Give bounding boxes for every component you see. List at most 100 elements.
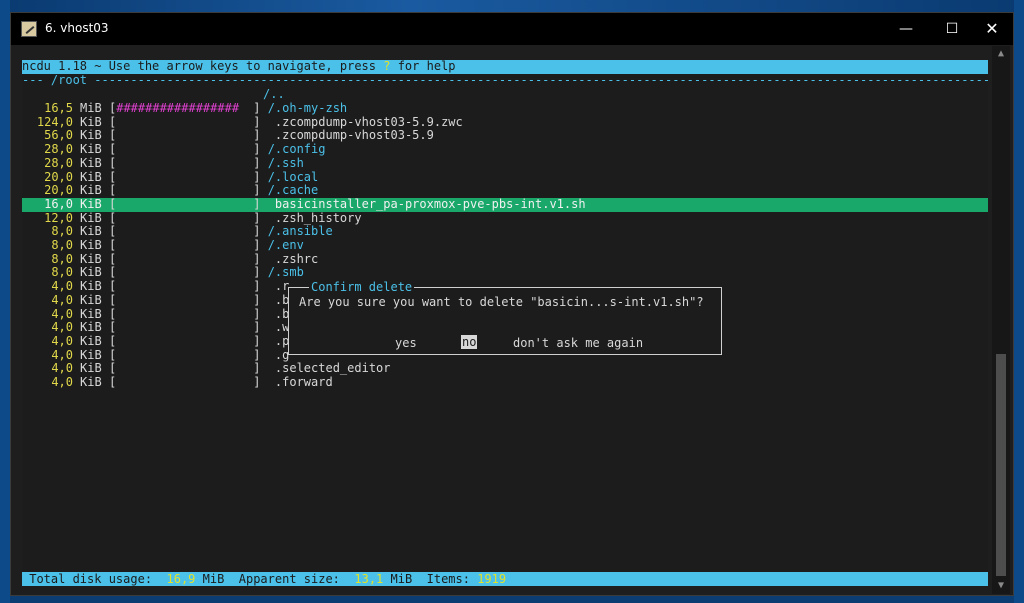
graph-bracket-open: [ <box>109 361 117 376</box>
graph-bracket-close: ] <box>253 224 268 239</box>
file-row[interactable]: 56,0 KiB [] .zcompdump-vhost03-5.9 <box>22 129 988 143</box>
graph-bracket-close: ] <box>253 306 268 321</box>
graph-bracket-close: ] <box>253 196 268 211</box>
file-row[interactable]: 28,0 KiB [] /.config <box>22 142 988 157</box>
graph-bracket-close: ] <box>253 114 268 129</box>
file-row-selected[interactable]: 16,0 KiB [] basicinstaller_pa-proxmox-pve-… <box>22 196 988 212</box>
graph-bracket-open: [ <box>109 279 117 294</box>
file-row[interactable]: 12,0 KiB [] .zsh_history <box>22 210 988 226</box>
graph-bracket-open: [ <box>109 196 117 211</box>
row-unit: KiB <box>80 265 102 280</box>
file-name: basicinstaller_pa-proxmox-pve-pbs-int.v1… <box>267 196 586 211</box>
graph-bracket-open: [ <box>109 375 117 389</box>
directory-name: /.local <box>267 169 319 184</box>
terminal-window: 6. vhost03 — ☐ ✕ ncdu 1.18 ~ Use the arr… <box>10 12 1014 596</box>
apparent-size-label: Apparent size: <box>224 572 348 586</box>
directory-name: /.oh-my-zsh <box>267 101 348 115</box>
items-label: Items: <box>412 572 478 586</box>
row-unit: KiB <box>80 361 102 376</box>
file-row[interactable]: 28,0 KiB [] /.ssh <box>22 155 988 171</box>
file-row[interactable]: 8,0 KiB [] /.smb <box>22 266 988 280</box>
row-size: 4,0 <box>51 306 73 321</box>
row-unit: KiB <box>80 279 102 294</box>
graph-bracket-open: [ <box>109 114 117 129</box>
scrollbar-thumb[interactable] <box>996 354 1006 576</box>
row-size: 4,0 <box>51 347 73 362</box>
total-usage-unit: MiB <box>195 572 225 586</box>
graph-bracket-close: ] <box>253 101 268 115</box>
directory-name: /.ansible <box>267 224 333 239</box>
close-button[interactable]: ✕ <box>969 13 1015 45</box>
row-size: 16,0 <box>44 196 73 211</box>
scrollbar[interactable]: ▲ ▼ <box>992 46 1010 594</box>
dont-ask-option[interactable]: don't ask me again <box>513 336 643 350</box>
minimize-button[interactable]: — <box>883 13 929 45</box>
graph-bracket-close: ] <box>253 155 268 170</box>
graph-bracket-open: [ <box>109 320 117 335</box>
apparent-size-value: 13,1 <box>347 572 384 586</box>
row-size: 16,5 <box>44 101 73 115</box>
graph-bracket-open: [ <box>109 333 117 348</box>
file-name: .p <box>267 333 290 348</box>
yes-option[interactable]: yes <box>395 336 417 350</box>
file-row[interactable]: 124,0 KiB [] .zcompdump-vhost03-5.9.zwc <box>22 114 988 130</box>
row-unit: KiB <box>80 333 102 348</box>
graph-bracket-close: ] <box>253 128 268 143</box>
title-bar[interactable]: 6. vhost03 — ☐ ✕ <box>11 13 1013 45</box>
graph-bracket-open: [ <box>109 101 117 115</box>
graph-bracket-open: [ <box>109 347 117 362</box>
file-row[interactable]: 4,0 KiB [] .forward <box>22 375 988 390</box>
desktop-background <box>0 0 1024 12</box>
status-bar: Total disk usage: 16,9 MiB Apparent size… <box>22 572 988 586</box>
graph-bracket-close: ] <box>253 265 268 280</box>
file-name: .r <box>267 279 290 294</box>
graph-bracket-open: [ <box>109 183 117 198</box>
file-row[interactable]: 8,0 KiB [] /.env <box>22 238 988 253</box>
row-size: 8,0 <box>51 224 73 239</box>
no-option[interactable]: no <box>461 335 478 349</box>
directory-name: /.ssh <box>267 155 304 170</box>
graph-bracket-close: ] <box>253 333 268 348</box>
row-size: 8,0 <box>51 238 73 252</box>
graph-bracket-open: [ <box>109 306 117 321</box>
file-name: .zsh_history <box>267 210 362 225</box>
items-value: 1919 <box>477 572 507 586</box>
directory-name: /.smb <box>267 265 304 280</box>
row-size: 56,0 <box>44 128 73 143</box>
total-usage-value: 16,9 <box>159 572 196 586</box>
row-unit: KiB <box>80 128 102 143</box>
file-row[interactable]: 8,0 KiB [] .zshrc <box>22 251 988 267</box>
row-unit: KiB <box>80 142 102 157</box>
graph-bracket-open: [ <box>109 169 117 184</box>
scroll-up-arrow-icon[interactable]: ▲ <box>992 46 1010 62</box>
file-name: .zshrc <box>267 251 319 266</box>
terminal-app-icon <box>21 21 37 37</box>
row-unit: KiB <box>80 169 102 184</box>
usage-graph: ################# <box>116 101 240 115</box>
file-name: .zcompdump-vhost03-5.9 <box>267 128 434 143</box>
file-row[interactable]: 20,0 KiB [] /.local <box>22 169 988 185</box>
row-unit: KiB <box>80 251 102 266</box>
row-unit: KiB <box>80 210 102 225</box>
graph-bracket-close: ] <box>253 238 268 252</box>
file-row[interactable]: 20,0 KiB [] /.cache <box>22 183 988 198</box>
row-size: 8,0 <box>51 251 73 266</box>
terminal-screen[interactable]: ncdu 1.18 ~ Use the arrow keys to naviga… <box>22 60 988 586</box>
file-row[interactable]: 4,0 KiB [] .selected_editor <box>22 361 988 376</box>
parent-dir-row[interactable]: /.. <box>22 87 988 102</box>
row-size: 20,0 <box>44 183 73 198</box>
total-usage-label: Total disk usage: <box>22 572 160 586</box>
row-size: 4,0 <box>51 375 73 389</box>
scroll-down-arrow-icon[interactable]: ▼ <box>992 578 1010 594</box>
row-unit: KiB <box>80 155 102 170</box>
dialog-title: Confirm delete <box>309 280 415 294</box>
help-bar-suffix: for help <box>390 60 456 73</box>
row-size: 12,0 <box>44 210 73 225</box>
desktop-edge-left <box>0 0 10 603</box>
file-row[interactable]: 8,0 KiB [] /.ansible <box>22 224 988 239</box>
graph-bracket-close: ] <box>253 361 268 376</box>
file-row[interactable]: 16,5 MiB [#################] /.oh-my-zsh <box>22 101 988 116</box>
row-unit: KiB <box>80 347 102 362</box>
row-size: 4,0 <box>51 320 73 335</box>
help-bar-prefix: ncdu 1.18 ~ Use the arrow keys to naviga… <box>22 60 384 73</box>
